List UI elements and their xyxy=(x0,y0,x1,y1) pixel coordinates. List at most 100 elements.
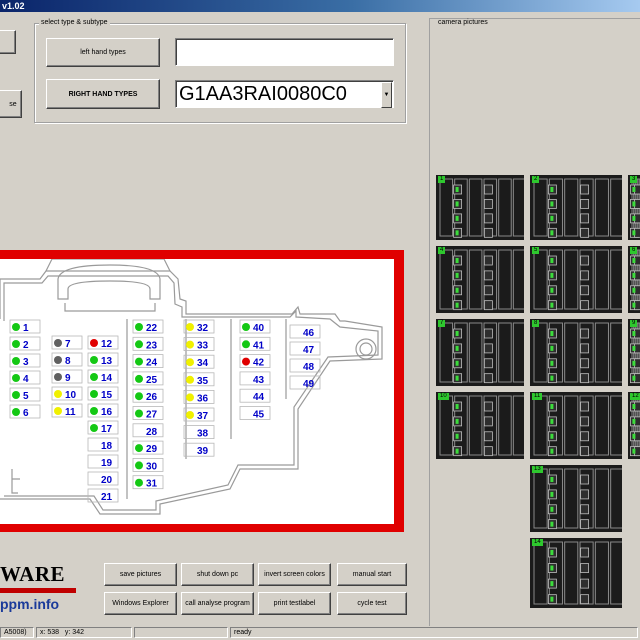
fuse-25: 25 xyxy=(132,371,164,386)
fuse-43: 43 xyxy=(239,371,271,386)
fuse-number: 2 xyxy=(23,340,29,351)
fuse-number: 39 xyxy=(197,446,209,457)
fuse-status-dot xyxy=(12,391,20,399)
window-title: v1.02 xyxy=(2,1,25,11)
fuse-number: 25 xyxy=(146,375,158,386)
camera-thumbnail[interactable]: 10 xyxy=(436,392,524,459)
camera-image xyxy=(439,322,524,384)
title-bar: v1.02 xyxy=(0,0,640,12)
fuse-36: 36 xyxy=(183,389,215,404)
fuse-48: 48 xyxy=(289,358,321,373)
fuse-number: 27 xyxy=(146,410,158,421)
camera-thumbnail[interactable]: 7 xyxy=(436,319,524,386)
fuse-status-dot xyxy=(135,323,143,331)
status-bar: A5008) x: 538 y: 342 ready xyxy=(0,626,640,640)
subtype-combo[interactable]: G1AA3RAI0080C0 ▼ xyxy=(175,80,394,108)
camera-thumbnail[interactable]: 13 xyxy=(530,465,622,532)
fuse-layer: 1234567891011121314151617181920212223242… xyxy=(9,319,321,503)
fuse-number: 11 xyxy=(65,407,76,418)
camera-thumbnail[interactable]: 5 xyxy=(530,246,622,313)
fuse-number: 49 xyxy=(303,379,315,390)
camera-thumbnail[interactable]: 4 xyxy=(436,246,524,313)
left-hand-types-button[interactable]: left hand types xyxy=(46,38,160,67)
camera-thumbnail[interactable]: 12 xyxy=(628,392,640,459)
fuse-number: 18 xyxy=(101,441,113,452)
call-analyse-program-button[interactable]: call analyse program xyxy=(181,592,254,615)
fuse-number: 19 xyxy=(101,458,113,469)
save-pictures-button[interactable]: save pictures xyxy=(104,563,177,586)
chevron-down-icon[interactable]: ▼ xyxy=(381,82,392,108)
fuse-number: 44 xyxy=(253,392,265,403)
fuse-12: 12 xyxy=(87,335,119,350)
camera-tag: 7 xyxy=(438,320,446,327)
right-hand-types-button[interactable]: RIGHT HAND TYPES xyxy=(46,79,160,109)
fuse-26: 26 xyxy=(132,388,164,403)
fuse-29: 29 xyxy=(132,440,164,455)
fuse-18: 18 xyxy=(87,437,119,452)
fuse-number: 13 xyxy=(101,356,113,367)
camera-thumbnail[interactable]: 11 xyxy=(530,392,622,459)
fuse-number: 31 xyxy=(146,479,158,490)
fuse-status-dot xyxy=(242,323,250,331)
fuse-status-dot xyxy=(242,357,250,366)
camera-thumbnail[interactable]: 2 xyxy=(530,175,622,240)
shut-down-pc-button[interactable]: shut down pc xyxy=(181,563,254,586)
print-testlabel-button[interactable]: print testlabel xyxy=(258,592,331,615)
windows-explorer-button[interactable]: Windows Explorer xyxy=(104,592,177,615)
fuse-number: 43 xyxy=(253,375,265,386)
left-partial-button-2[interactable]: se xyxy=(0,90,22,118)
fuse-number: 30 xyxy=(146,461,158,472)
logo-divider xyxy=(0,590,76,593)
camera-thumbnail[interactable]: 8 xyxy=(530,319,622,386)
fuse-7: 7 xyxy=(51,335,83,350)
camera-tag: 10 xyxy=(438,393,449,400)
fuse-status-dot xyxy=(186,340,194,349)
fuse-status-dot xyxy=(135,392,143,401)
manual-start-button[interactable]: manual start xyxy=(337,563,407,586)
camera-thumbnail[interactable]: 1 xyxy=(436,175,524,240)
fuse-14: 14 xyxy=(87,369,119,384)
fuse-status-dot xyxy=(135,340,143,349)
camera-image xyxy=(439,395,524,457)
fuse-27: 27 xyxy=(132,406,164,421)
status-panel-state: ready xyxy=(230,627,638,638)
fuse-number: 1 xyxy=(23,323,29,334)
fuse-47: 47 xyxy=(289,341,321,356)
fusebox-outline xyxy=(0,258,383,515)
left-type-field[interactable] xyxy=(175,38,394,66)
fuse-status-dot xyxy=(12,408,20,416)
fuse-30: 30 xyxy=(132,457,164,472)
company-logo: WARE ppm.info xyxy=(0,560,76,616)
camera-pictures-label: camera pictures xyxy=(436,19,490,26)
fuse-number: 24 xyxy=(146,358,158,369)
fuse-34: 34 xyxy=(183,354,215,369)
left-partial-button-1[interactable] xyxy=(0,30,16,54)
fuse-number: 8 xyxy=(65,356,71,367)
fuse-status-dot xyxy=(186,358,194,367)
fuse-number: 12 xyxy=(101,339,113,350)
camera-tag: 8 xyxy=(532,320,540,327)
fuse-status-dot xyxy=(242,340,250,349)
cycle-test-button[interactable]: cycle test xyxy=(337,592,407,615)
fuse-number: 14 xyxy=(101,373,113,384)
logo-url-text: ppm.info xyxy=(0,596,60,612)
subtype-combo-value: G1AA3RAI0080C0 xyxy=(179,83,347,105)
invert-screen-colors-button[interactable]: invert screen colors xyxy=(258,563,331,586)
camera-thumbnail[interactable]: 3 xyxy=(628,175,640,240)
camera-thumbnail[interactable]: 14 xyxy=(530,538,622,608)
camera-thumbnail[interactable]: 9 xyxy=(628,319,640,386)
fusebox-diagram: 1 2 3 4 5 6 7 8 9 10 11 12 13 14 15 16 17 18 19 20 21 22 23 24 2… xyxy=(0,258,394,524)
fuse-number: 45 xyxy=(253,410,265,421)
fuse-status-dot xyxy=(12,374,20,382)
fuse-number: 6 xyxy=(23,408,29,419)
fuse-13: 13 xyxy=(87,352,119,367)
fuse-37: 37 xyxy=(183,407,215,422)
camera-thumbnail[interactable]: 6 xyxy=(628,246,640,313)
fuse-status-dot xyxy=(135,478,143,487)
fuse-number: 38 xyxy=(197,429,209,440)
fuse-15: 15 xyxy=(87,386,119,401)
logo-brand-text: WARE xyxy=(0,562,66,586)
fuse-2: 2 xyxy=(9,336,41,351)
fuse-22: 22 xyxy=(132,319,164,334)
fuse-number: 22 xyxy=(146,323,158,334)
